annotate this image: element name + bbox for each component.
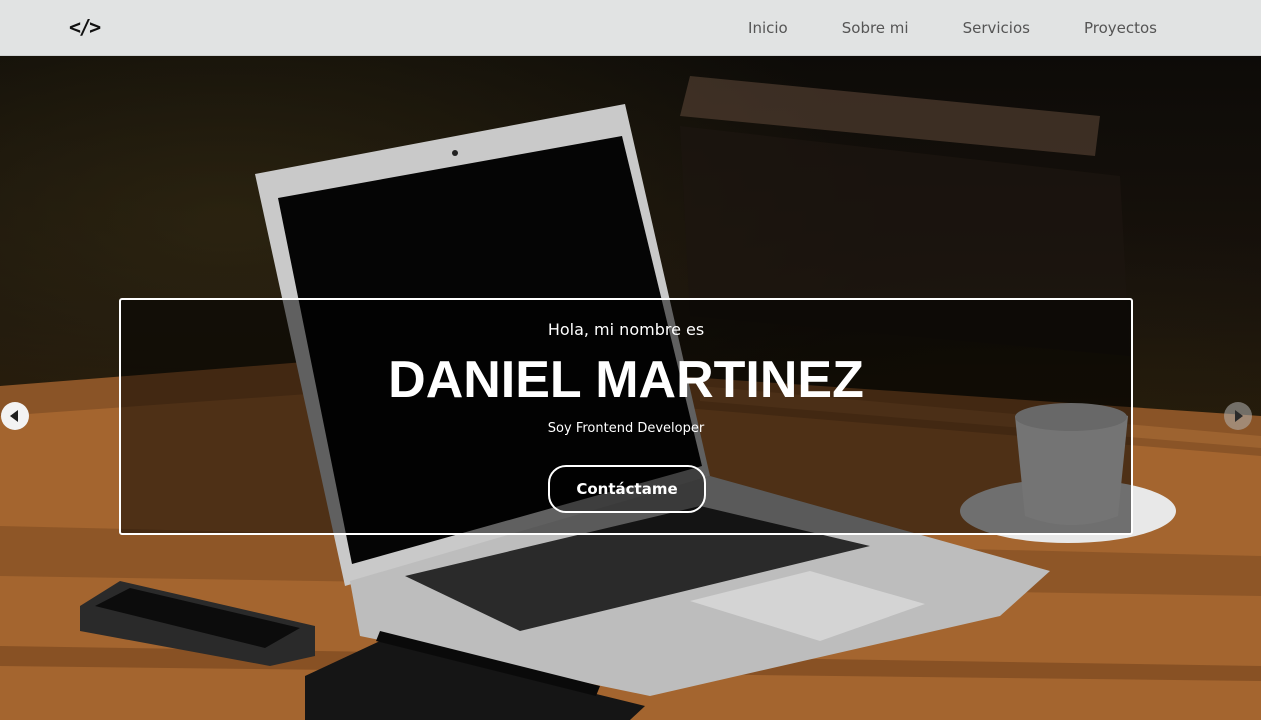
nav-link-inicio[interactable]: Inicio <box>748 19 788 37</box>
hero-role: Soy Frontend Developer <box>547 421 705 436</box>
hero-greeting: Hola, mi nombre es <box>547 320 705 339</box>
nav-menu: Inicio Sobre mi Servicios Proyectos <box>748 0 1157 56</box>
contact-button[interactable]: Contáctame <box>548 465 706 513</box>
hero-intro-card: Hola, mi nombre es DANIEL MARTINEZ Soy F… <box>119 298 1133 535</box>
nav-link-proyectos[interactable]: Proyectos <box>1084 19 1157 37</box>
chevron-right-icon <box>1235 410 1243 422</box>
carousel-prev-button[interactable] <box>1 402 29 430</box>
code-logo-icon[interactable]: </> <box>69 14 101 40</box>
chevron-left-icon <box>10 410 18 422</box>
carousel-next-button[interactable] <box>1224 402 1252 430</box>
nav-link-servicios[interactable]: Servicios <box>963 19 1030 37</box>
navbar: </> Inicio Sobre mi Servicios Proyectos <box>0 0 1261 56</box>
hero-name: DANIEL MARTINEZ <box>388 351 864 409</box>
nav-link-sobre-mi[interactable]: Sobre mi <box>842 19 909 37</box>
